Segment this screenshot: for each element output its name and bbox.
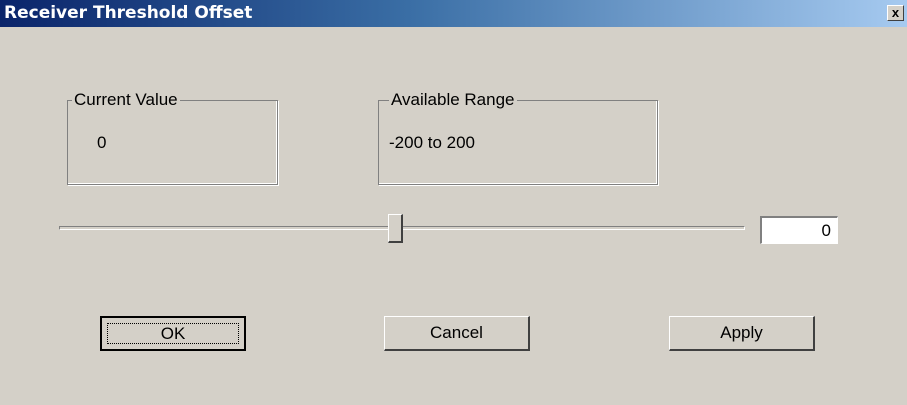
slider-thumb[interactable] [388,214,403,243]
close-button[interactable]: x [887,5,904,21]
dialog-window: Receiver Threshold Offset x Current Valu… [0,0,907,405]
apply-button[interactable]: Apply [669,316,815,351]
window-title: Receiver Threshold Offset [4,3,253,23]
ok-button[interactable]: OK [100,316,246,351]
available-range-label: Available Range [389,90,517,110]
available-range-group: Available Range -200 to 200 [378,90,658,185]
current-value-text: 0 [97,133,107,152]
title-bar[interactable]: Receiver Threshold Offset x [0,0,907,27]
close-icon: x [891,5,900,20]
current-value-label: Current Value [72,90,180,110]
value-input[interactable] [760,216,838,244]
cancel-button[interactable]: Cancel [384,316,530,351]
current-value-group: Current Value 0 [67,90,278,185]
available-range-text: -200 to 200 [389,133,476,152]
ok-label: OK [107,323,239,344]
